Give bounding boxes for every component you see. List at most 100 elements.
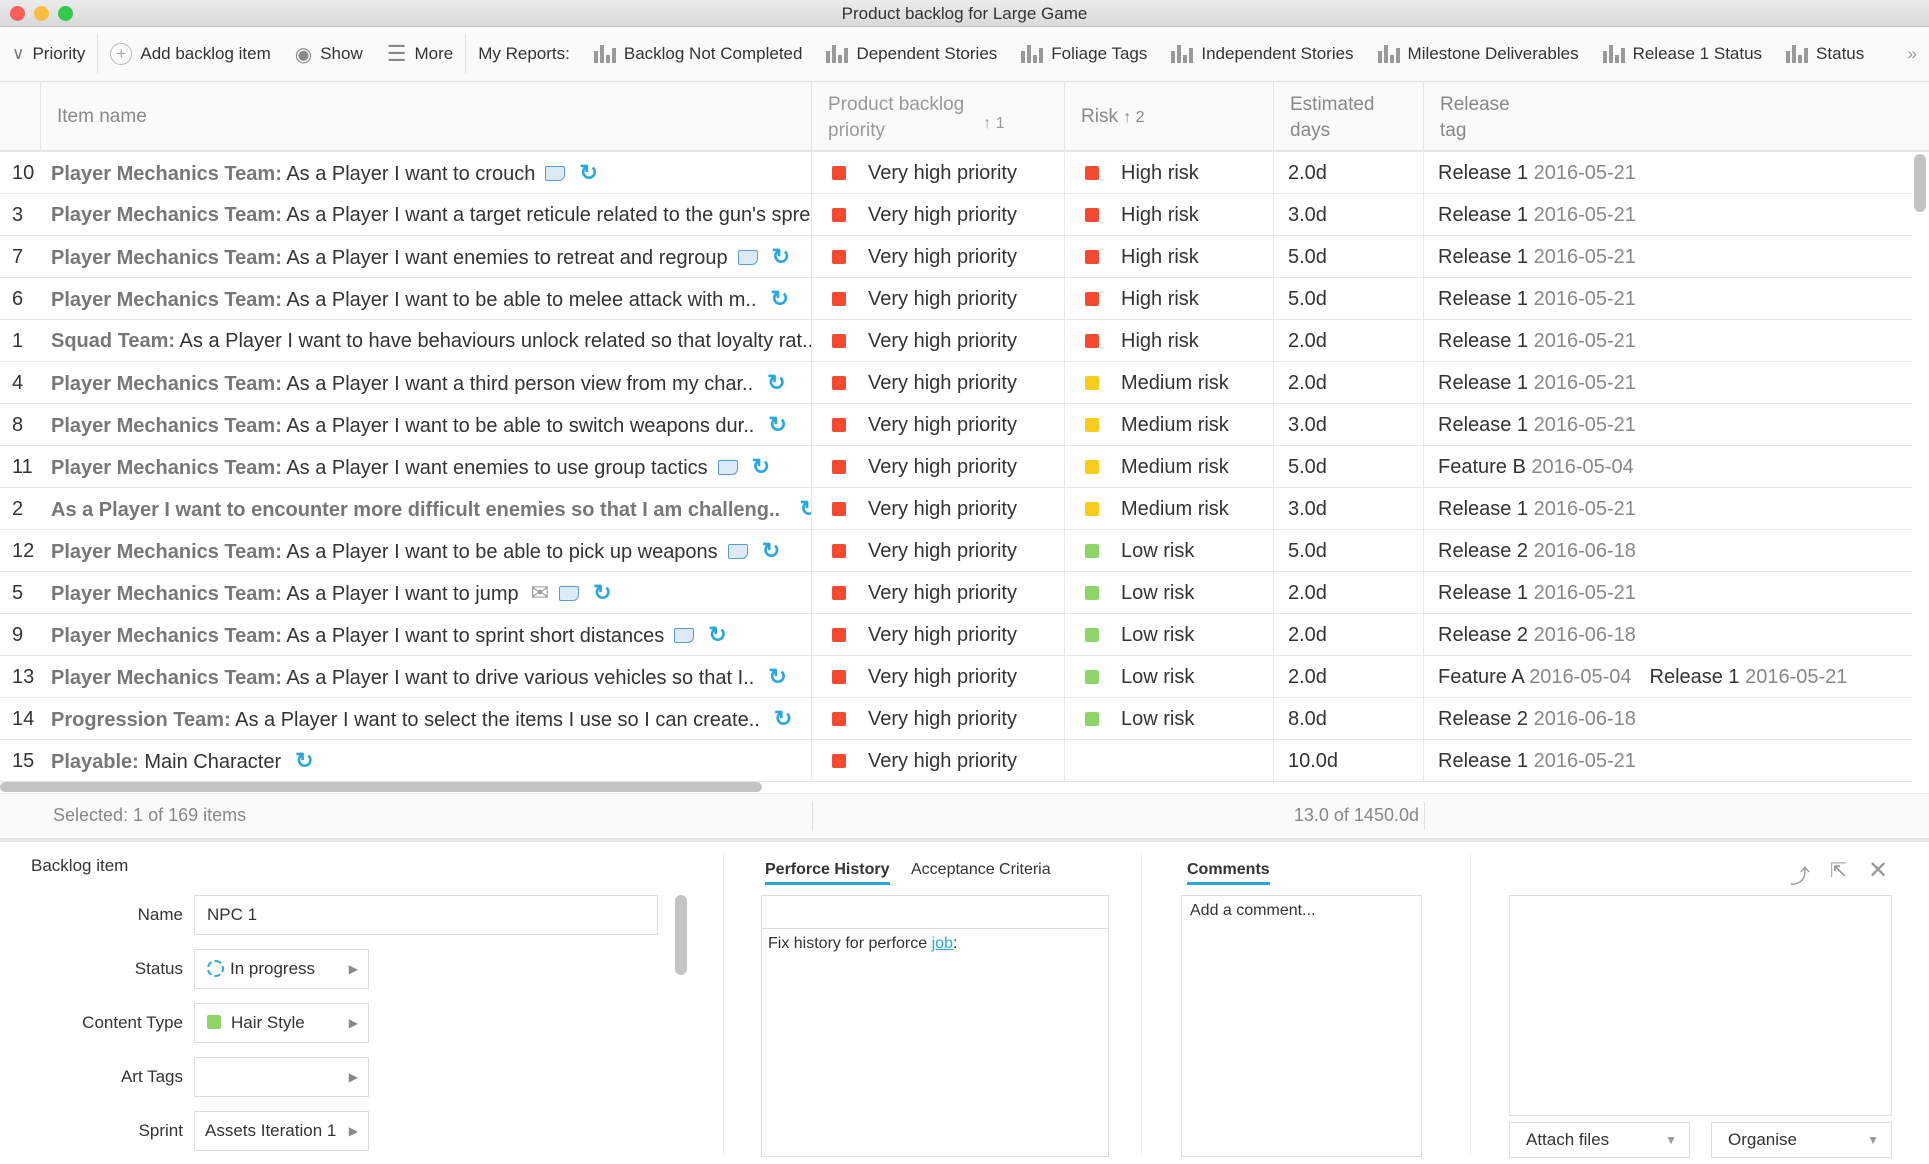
refresh-icon[interactable]: ↻ xyxy=(800,488,811,530)
note-icon[interactable] xyxy=(737,250,758,265)
estimated-days-cell[interactable]: 2.0d xyxy=(1274,656,1424,698)
content-type-select[interactable]: Hair Style ▶ xyxy=(194,1003,369,1043)
refresh-icon[interactable]: ↻ xyxy=(768,656,786,698)
pop-out-icon[interactable]: ⇱ xyxy=(1830,858,1847,883)
risk-cell[interactable]: Medium risk xyxy=(1065,488,1274,530)
priority-cell[interactable]: Very high priority xyxy=(812,194,1065,236)
organise-dropdown[interactable]: Organise ▼ xyxy=(1711,1122,1892,1158)
refresh-icon[interactable]: ↻ xyxy=(295,740,313,782)
estimated-days-cell[interactable]: 2.0d xyxy=(1274,152,1424,194)
art-tags-select[interactable]: ▶ xyxy=(194,1057,369,1097)
risk-cell[interactable]: Low risk xyxy=(1065,614,1274,656)
risk-cell[interactable]: Low risk xyxy=(1065,698,1274,740)
risk-cell[interactable]: Medium risk xyxy=(1065,404,1274,446)
refresh-icon[interactable]: ↻ xyxy=(768,404,786,446)
estimated-days-cell[interactable]: 5.0d xyxy=(1274,236,1424,278)
maximize-window-button[interactable] xyxy=(58,6,73,21)
risk-cell[interactable]: High risk xyxy=(1065,152,1274,194)
priority-cell[interactable]: Very high priority xyxy=(812,698,1065,740)
priority-cell[interactable]: Very high priority xyxy=(812,404,1065,446)
envelope-icon[interactable]: ✉ xyxy=(531,572,549,614)
release-tag-cell[interactable]: Release 1 2016-05-21 xyxy=(1424,362,1912,404)
refresh-icon[interactable]: ↻ xyxy=(579,152,597,194)
item-name-cell[interactable]: Squad Team: As a Player I want to have b… xyxy=(41,320,812,362)
priority-cell[interactable]: Very high priority xyxy=(812,572,1065,614)
name-input[interactable]: NPC 1 xyxy=(194,895,658,935)
risk-cell[interactable]: Medium risk xyxy=(1065,362,1274,404)
horizontal-scrollbar[interactable] xyxy=(0,782,762,792)
refresh-icon[interactable]: ↻ xyxy=(774,698,792,740)
table-row[interactable]: 9 Player Mechanics Team: As a Player I wa… xyxy=(0,614,1912,656)
priority-cell[interactable]: Very high priority xyxy=(812,488,1065,530)
note-icon[interactable] xyxy=(717,460,738,475)
release-tag-cell[interactable]: Release 2 2016-06-18 xyxy=(1424,698,1912,740)
risk-cell[interactable]: Low risk xyxy=(1065,656,1274,698)
risk-cell[interactable]: Medium risk xyxy=(1065,446,1274,488)
status-select[interactable]: In progress ▶ xyxy=(194,949,369,989)
item-name-cell[interactable]: Player Mechanics Team: As a Player I wan… xyxy=(41,194,812,236)
add-backlog-item-button[interactable]: + Add backlog item xyxy=(98,27,282,81)
close-icon[interactable]: ✕ xyxy=(1868,856,1888,885)
table-row[interactable]: 15 Playable: Main Character ↻ Very high pri… xyxy=(0,740,1912,782)
item-name-cell[interactable]: As a Player I want to encounter more dif… xyxy=(41,488,812,530)
column-header-estimated-days[interactable]: Estimated days xyxy=(1274,82,1424,152)
table-row[interactable]: 14 Progression Team: As a Player I want t… xyxy=(0,698,1912,740)
estimated-days-cell[interactable]: 5.0d xyxy=(1274,278,1424,320)
priority-cell[interactable]: Very high priority xyxy=(812,446,1065,488)
risk-cell[interactable]: Low risk xyxy=(1065,572,1274,614)
item-name-cell[interactable]: Progression Team: As a Player I want to … xyxy=(41,698,812,740)
priority-cell[interactable]: Very high priority xyxy=(812,152,1065,194)
refresh-icon[interactable]: ↻ xyxy=(752,446,770,488)
attach-files-dropdown[interactable]: Attach files ▼ xyxy=(1509,1122,1690,1158)
note-icon[interactable] xyxy=(674,628,695,643)
estimated-days-cell[interactable]: 5.0d xyxy=(1274,446,1424,488)
priority-cell[interactable]: Very high priority xyxy=(812,656,1065,698)
refresh-icon[interactable]: ↻ xyxy=(771,278,789,320)
report-button[interactable]: Release 1 Status xyxy=(1591,27,1774,81)
tab-comments[interactable]: Comments xyxy=(1187,858,1270,885)
table-row[interactable]: 8 Player Mechanics Team: As a Player I wa… xyxy=(0,404,1912,446)
release-tag-cell[interactable]: Release 1 2016-05-21 xyxy=(1424,404,1912,446)
release-tag-cell[interactable]: Release 1 2016-05-21 xyxy=(1424,152,1912,194)
priority-cell[interactable]: Very high priority xyxy=(812,362,1065,404)
report-button[interactable]: Milestone Deliverables xyxy=(1366,27,1591,81)
item-name-cell[interactable]: Player Mechanics Team: As a Player I wan… xyxy=(41,614,812,656)
priority-cell[interactable]: Very high priority xyxy=(812,320,1065,362)
priority-cell[interactable]: Very high priority xyxy=(812,530,1065,572)
item-name-cell[interactable]: Player Mechanics Team: As a Player I wan… xyxy=(41,152,812,194)
refresh-icon[interactable]: ↻ xyxy=(762,530,780,572)
refresh-icon[interactable]: ↻ xyxy=(772,236,790,278)
table-row[interactable]: 12 Player Mechanics Team: As a Player I w… xyxy=(0,530,1912,572)
item-name-cell[interactable]: Player Mechanics Team: As a Player I wan… xyxy=(41,530,812,572)
estimated-days-cell[interactable]: 2.0d xyxy=(1274,362,1424,404)
tab-perforce-history[interactable]: Perforce History xyxy=(765,858,890,885)
item-name-cell[interactable]: Playable: Main Character ↻ xyxy=(41,740,812,782)
item-name-cell[interactable]: Player Mechanics Team: As a Player I wan… xyxy=(41,656,812,698)
estimated-days-cell[interactable]: 3.0d xyxy=(1274,488,1424,530)
release-tag-cell[interactable]: Release 1 2016-05-21 xyxy=(1424,572,1912,614)
risk-cell[interactable]: High risk xyxy=(1065,278,1274,320)
release-tag-cell[interactable]: Release 1 2016-05-21 xyxy=(1424,488,1912,530)
risk-cell[interactable]: Low risk xyxy=(1065,530,1274,572)
priority-cell[interactable]: Very high priority xyxy=(812,740,1065,782)
risk-cell[interactable]: High risk xyxy=(1065,194,1274,236)
table-row[interactable]: 5 Player Mechanics Team: As a Player I wa… xyxy=(0,572,1912,614)
release-tag-cell[interactable]: Release 1 2016-05-21 xyxy=(1424,740,1912,782)
release-tag-cell[interactable]: Release 2 2016-06-18 xyxy=(1424,530,1912,572)
estimated-days-cell[interactable]: 2.0d xyxy=(1274,614,1424,656)
job-link[interactable]: job xyxy=(932,935,953,952)
note-icon[interactable] xyxy=(545,166,566,181)
table-row[interactable]: 7 Player Mechanics Team: As a Player I wa… xyxy=(0,236,1912,278)
history-filter-input[interactable] xyxy=(762,896,1108,929)
priority-button[interactable]: ∨ Priority xyxy=(0,27,97,81)
priority-cell[interactable]: Very high priority xyxy=(812,236,1065,278)
item-name-cell[interactable]: Player Mechanics Team: As a Player I wan… xyxy=(41,572,812,614)
tab-acceptance-criteria[interactable]: Acceptance Criteria xyxy=(911,858,1051,882)
dock-icon[interactable]: ⤴ xyxy=(1790,860,1810,889)
priority-cell[interactable]: Very high priority xyxy=(812,614,1065,656)
column-header-release-tag[interactable]: Release tag xyxy=(1424,82,1929,152)
release-tag-cell[interactable]: Release 1 2016-05-21 xyxy=(1424,236,1912,278)
release-tag-cell[interactable]: Release 1 2016-05-21 xyxy=(1424,194,1912,236)
table-row[interactable]: 11 Player Mechanics Team: As a Player I w… xyxy=(0,446,1912,488)
estimated-days-cell[interactable]: 5.0d xyxy=(1274,530,1424,572)
